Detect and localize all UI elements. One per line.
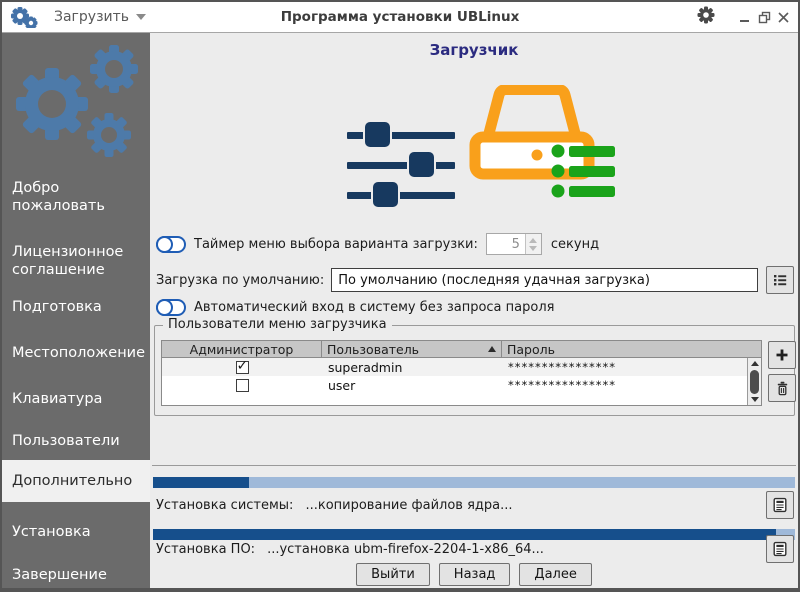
system-progress-fill [153, 477, 250, 488]
user-cell: user [328, 377, 356, 393]
autologin-row: Автоматический вход в систему без запрос… [156, 299, 794, 316]
sidebar-item-keyboard[interactable]: Клавиатура [2, 388, 150, 410]
add-user-button[interactable] [768, 341, 796, 369]
back-button[interactable]: Назад [438, 563, 511, 586]
spin-up-icon[interactable] [529, 237, 538, 243]
log-icon [773, 497, 787, 513]
scroll-up-icon[interactable] [750, 361, 759, 366]
system-log-button[interactable] [766, 491, 794, 519]
software-progress-row: Установка ПО: ...установка ubm-firefox-2… [156, 535, 794, 563]
admin-checkbox[interactable] [235, 360, 249, 374]
timer-row: Таймер меню выбора варианта загрузки: се… [156, 233, 794, 255]
sort-ascending-icon [488, 346, 496, 352]
column-header-admin[interactable]: Администратор [162, 341, 322, 357]
sidebar-item-finish[interactable]: Завершение [2, 564, 150, 586]
timer-spinbox [485, 233, 542, 255]
title-bar: Загрузить Программа установки UBLinux [2, 2, 798, 33]
sidebar-item-advanced[interactable]: Дополнительно [2, 460, 150, 503]
autologin-label: Автоматический вход в систему без запрос… [194, 300, 555, 315]
system-progress-label: Установка системы: [156, 497, 294, 513]
spinner-arrows[interactable] [524, 234, 541, 254]
spin-down-icon[interactable] [529, 245, 538, 251]
table-scrollbar[interactable] [747, 358, 761, 405]
next-button[interactable]: Далее [519, 563, 592, 586]
load-menu-label: Загрузить [54, 9, 130, 25]
admin-checkbox[interactable] [235, 378, 249, 392]
users-table: Администратор Пользователь Пароль sup [161, 340, 762, 406]
software-progress-label: Установка ПО: [156, 541, 256, 557]
group-legend: Пользователи меню загрузчика [163, 317, 392, 332]
default-boot-input[interactable] [331, 268, 758, 292]
footer-buttons: Выйти Назад Далее [150, 563, 798, 586]
sidebar-item-welcome[interactable]: Добро пожаловать [2, 177, 150, 217]
load-menu-button[interactable]: Загрузить [54, 9, 147, 25]
default-boot-row: Загрузка по умолчанию: [156, 266, 794, 294]
timer-toggle[interactable] [156, 235, 186, 253]
table-row[interactable]: user **************** [162, 376, 747, 394]
minimize-icon[interactable] [739, 11, 752, 24]
default-boot-label: Загрузка по умолчанию: [156, 272, 325, 288]
app-logo-gears-icon [10, 6, 38, 28]
password-cell: **************** [508, 378, 616, 392]
toggle-knob-icon [156, 299, 173, 316]
sidebar-item-install[interactable]: Установка [2, 521, 150, 543]
sidebar-item-location[interactable]: Местоположение [2, 342, 150, 364]
boot-entries-button[interactable] [766, 266, 794, 294]
system-progress-row: Установка системы: ...копирование файлов… [156, 491, 794, 519]
timer-value-input[interactable] [486, 234, 525, 254]
timer-unit-label: секунд [550, 236, 600, 252]
system-progress-status: ...копирование файлов ядра... [305, 497, 513, 513]
table-row[interactable]: superadmin **************** [162, 358, 747, 376]
maximize-icon[interactable] [758, 11, 771, 24]
password-cell: **************** [508, 360, 616, 374]
installer-window: Загрузить Программа установки UBLinux До… [0, 0, 800, 592]
exit-button[interactable]: Выйти [356, 563, 430, 586]
user-cell: superadmin [328, 359, 403, 375]
settings-gear-icon[interactable] [697, 6, 715, 28]
log-icon [773, 541, 787, 557]
divider [152, 465, 796, 466]
sliders-icon [346, 120, 457, 209]
sidebar-item-license[interactable]: Лицензионное соглашение [2, 241, 150, 281]
software-progress-status: ...установка ubm-firefox-2204-1-x86_64..… [267, 541, 544, 557]
page-title: Загрузчик [429, 41, 519, 59]
chevron-down-icon [136, 14, 147, 20]
scrollbar-thumb[interactable] [750, 370, 759, 394]
table-header: Администратор Пользователь Пароль [162, 341, 761, 358]
sidebar-item-users[interactable]: Пользователи [2, 430, 150, 452]
plus-icon [776, 349, 788, 361]
sidebar-gears-art-icon [16, 45, 138, 157]
toggle-knob-icon [156, 235, 173, 253]
timer-label: Таймер меню выбора варианта загрузки: [194, 236, 478, 252]
steps-sidebar: Добро пожаловать Лицензионное соглашение… [2, 33, 150, 588]
sidebar-item-preparation[interactable]: Подготовка [2, 296, 150, 318]
list-icon [774, 275, 787, 286]
column-header-user[interactable]: Пользователь [322, 341, 502, 357]
autologin-toggle[interactable] [156, 299, 186, 316]
boot-drive-icon [469, 85, 615, 198]
system-progressbar [153, 477, 795, 488]
main-panel: Загрузчик Таймер меню выбора варианта за… [150, 33, 798, 588]
trash-icon [777, 381, 787, 395]
column-header-password[interactable]: Пароль [502, 341, 761, 357]
scroll-down-icon[interactable] [750, 397, 759, 402]
close-icon[interactable] [777, 11, 790, 24]
bootloader-users-group: Пользователи меню загрузчика Администрат… [154, 317, 796, 416]
delete-user-button[interactable] [768, 374, 796, 402]
software-log-button[interactable] [766, 535, 794, 563]
